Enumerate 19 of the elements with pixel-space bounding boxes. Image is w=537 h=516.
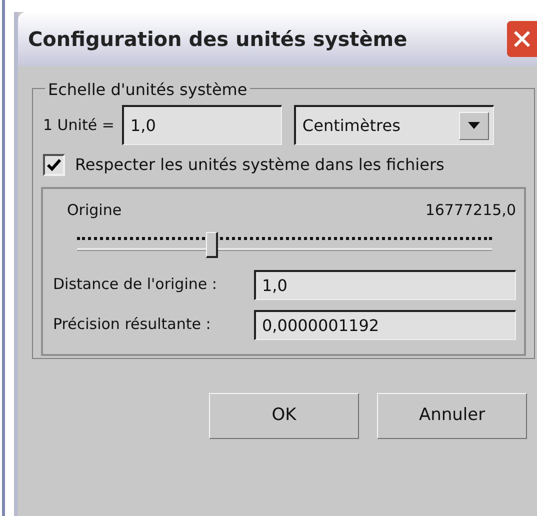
check-icon xyxy=(47,159,61,171)
dialog-button[interactable]: OK xyxy=(209,392,359,438)
dialog-button[interactable]: Annuler xyxy=(377,392,527,438)
field-label: Précision résultante : xyxy=(53,314,211,336)
slider-thumb[interactable] xyxy=(206,232,218,258)
field-label: Distance de l'origine : xyxy=(53,274,217,296)
origin-reading: 16777215,0 xyxy=(425,200,516,221)
unit-label: 1 Unité = xyxy=(43,114,114,136)
window-title: Configuration des unités système xyxy=(28,26,408,53)
unit-dropdown[interactable]: Centimètres xyxy=(294,105,494,145)
dropdown-value: Centimètres xyxy=(302,114,400,136)
value-field[interactable]: 0,0000001192 xyxy=(254,310,516,340)
close-icon xyxy=(512,29,532,49)
close-button[interactable] xyxy=(507,21,537,57)
origin-label: Origine xyxy=(67,200,122,221)
checkbox-label: Respecter les unités système dans les fichiers xyxy=(75,154,444,176)
unit-input[interactable]: 1,0 xyxy=(122,105,282,145)
respect-checkbox[interactable] xyxy=(43,154,65,176)
value-field[interactable]: 1,0 xyxy=(254,270,516,300)
